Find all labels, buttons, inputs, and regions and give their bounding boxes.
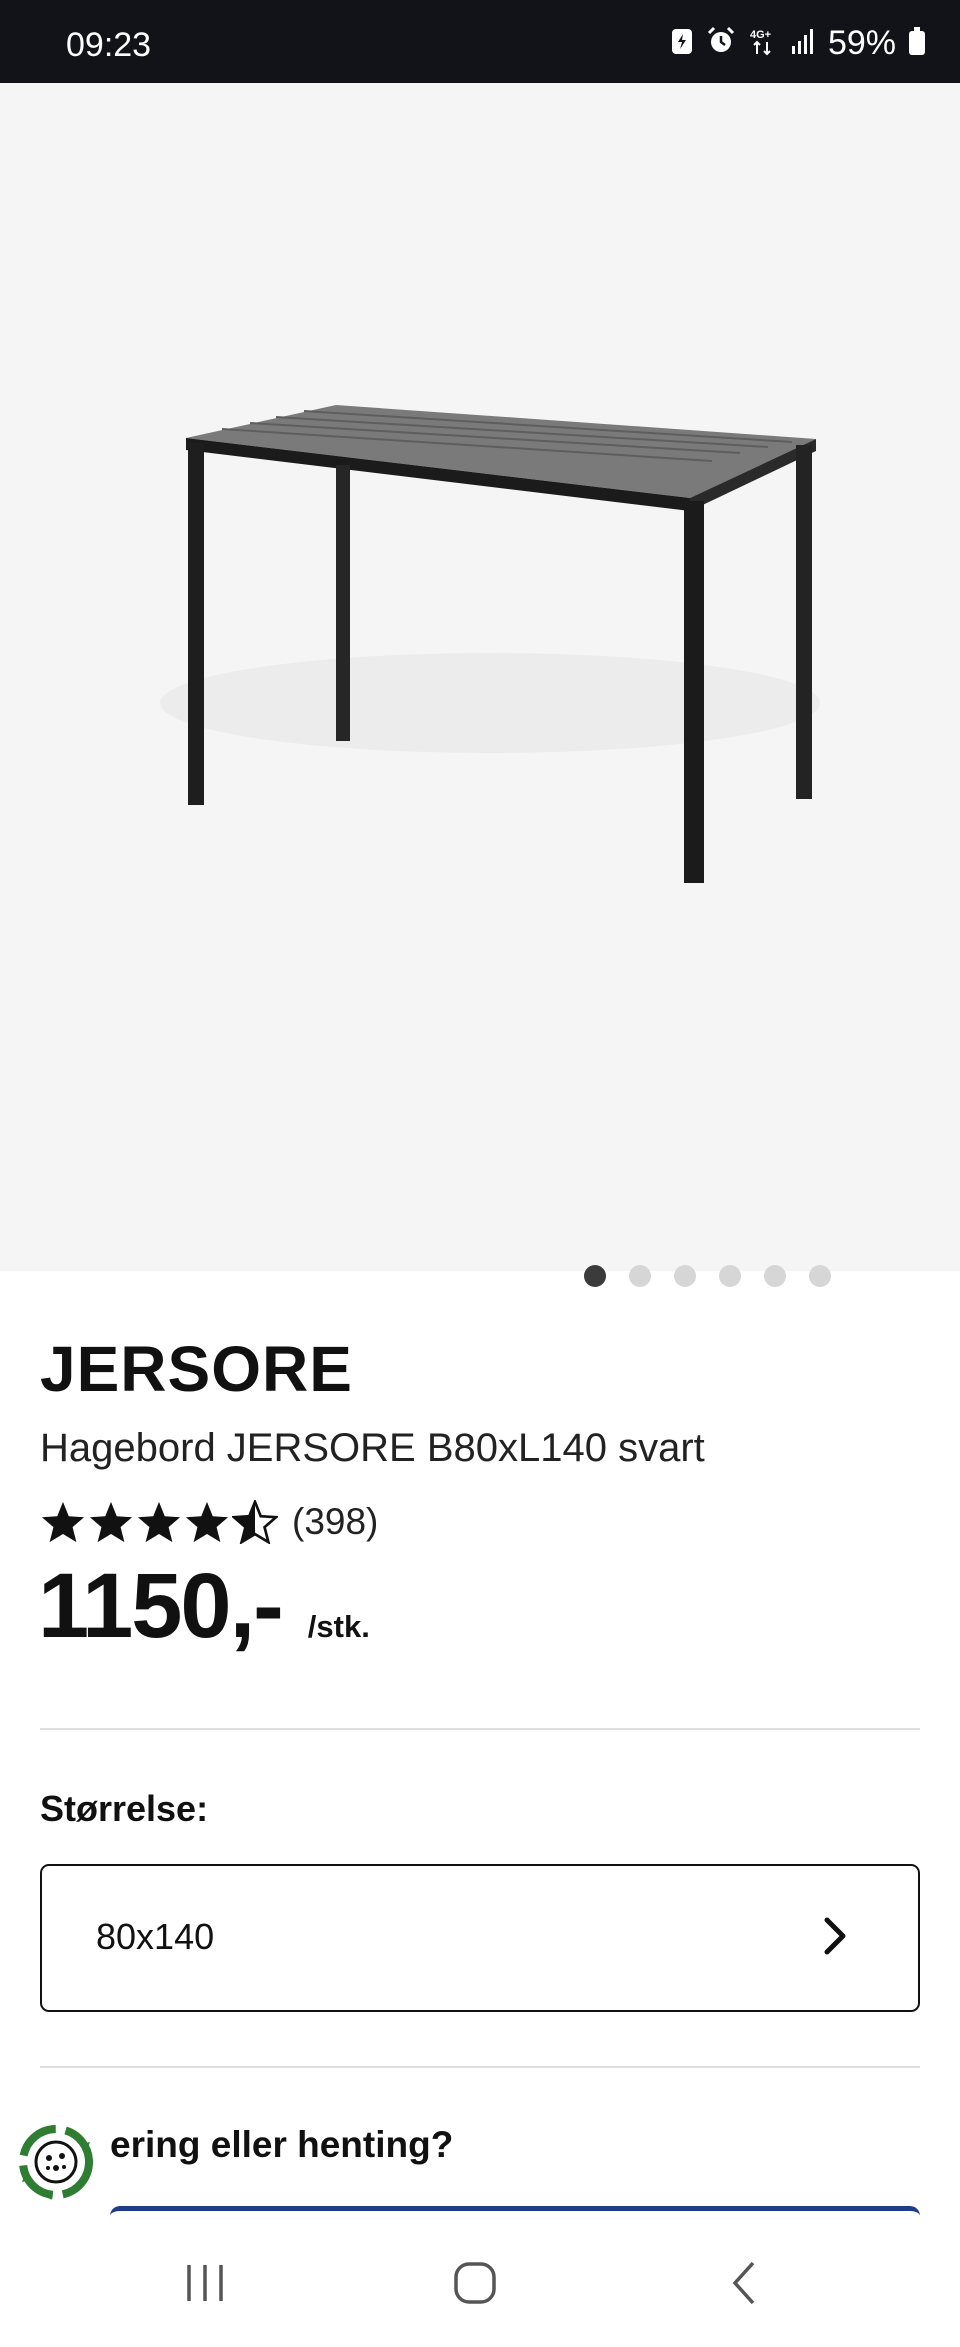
size-selector[interactable]: 80x140 (40, 1864, 920, 2012)
back-icon[interactable] (700, 2218, 790, 2347)
carousel-dots (584, 1265, 831, 1287)
carousel-dot[interactable] (629, 1265, 651, 1287)
price-row: 1150,- /stk. (38, 1556, 370, 1656)
star-half-icon (232, 1500, 278, 1544)
svg-text:4G+: 4G+ (750, 29, 771, 41)
recycle-icon (19, 2125, 93, 2200)
divider (40, 2066, 920, 2068)
alarm-icon (706, 26, 736, 61)
status-bar: 09:23 4G+ 59% (0, 0, 960, 83)
carousel-dot[interactable] (809, 1265, 831, 1287)
size-label: Størrelse: (40, 1788, 209, 1829)
price-unit: /stk. (307, 1609, 370, 1644)
product-description: Hagebord JERSORE B80xL140 svart (40, 1426, 705, 1470)
size-value: 80x140 (96, 1916, 215, 1957)
rating-row[interactable]: (398) (40, 1496, 378, 1548)
star-full-icon (89, 1501, 133, 1543)
chevron-right-icon (822, 1916, 848, 1961)
carousel-dot-active[interactable] (584, 1265, 606, 1287)
review-count: (398) (292, 1501, 379, 1542)
table-image (160, 405, 820, 883)
product-image-gallery[interactable] (0, 83, 960, 1287)
carousel-dot[interactable] (764, 1265, 786, 1287)
star-full-icon (185, 1501, 229, 1543)
battery-saver-icon (670, 26, 694, 61)
price: 1150,- (38, 1555, 284, 1657)
status-icons: 4G+ 59% (670, 24, 926, 62)
carousel-dot[interactable] (674, 1265, 696, 1287)
status-time: 09:23 (66, 26, 152, 64)
recent-apps-icon[interactable] (160, 2218, 250, 2347)
rating-stars (40, 1500, 278, 1544)
product-name: JERSORE (40, 1333, 353, 1405)
star-full-icon (137, 1501, 181, 1543)
star-full-icon (41, 1501, 85, 1543)
divider (40, 1728, 920, 1730)
battery-icon (908, 26, 926, 61)
eco-recycle-badge[interactable] (16, 2122, 96, 2202)
home-icon[interactable] (430, 2218, 520, 2347)
signal-icon (790, 26, 816, 61)
navigation-bar (0, 2218, 960, 2347)
network-4g-icon: 4G+ (748, 26, 778, 61)
carousel-dot[interactable] (719, 1265, 741, 1287)
battery-percent: 59% (827, 24, 896, 62)
delivery-heading: ering eller henting? (110, 2124, 454, 2165)
